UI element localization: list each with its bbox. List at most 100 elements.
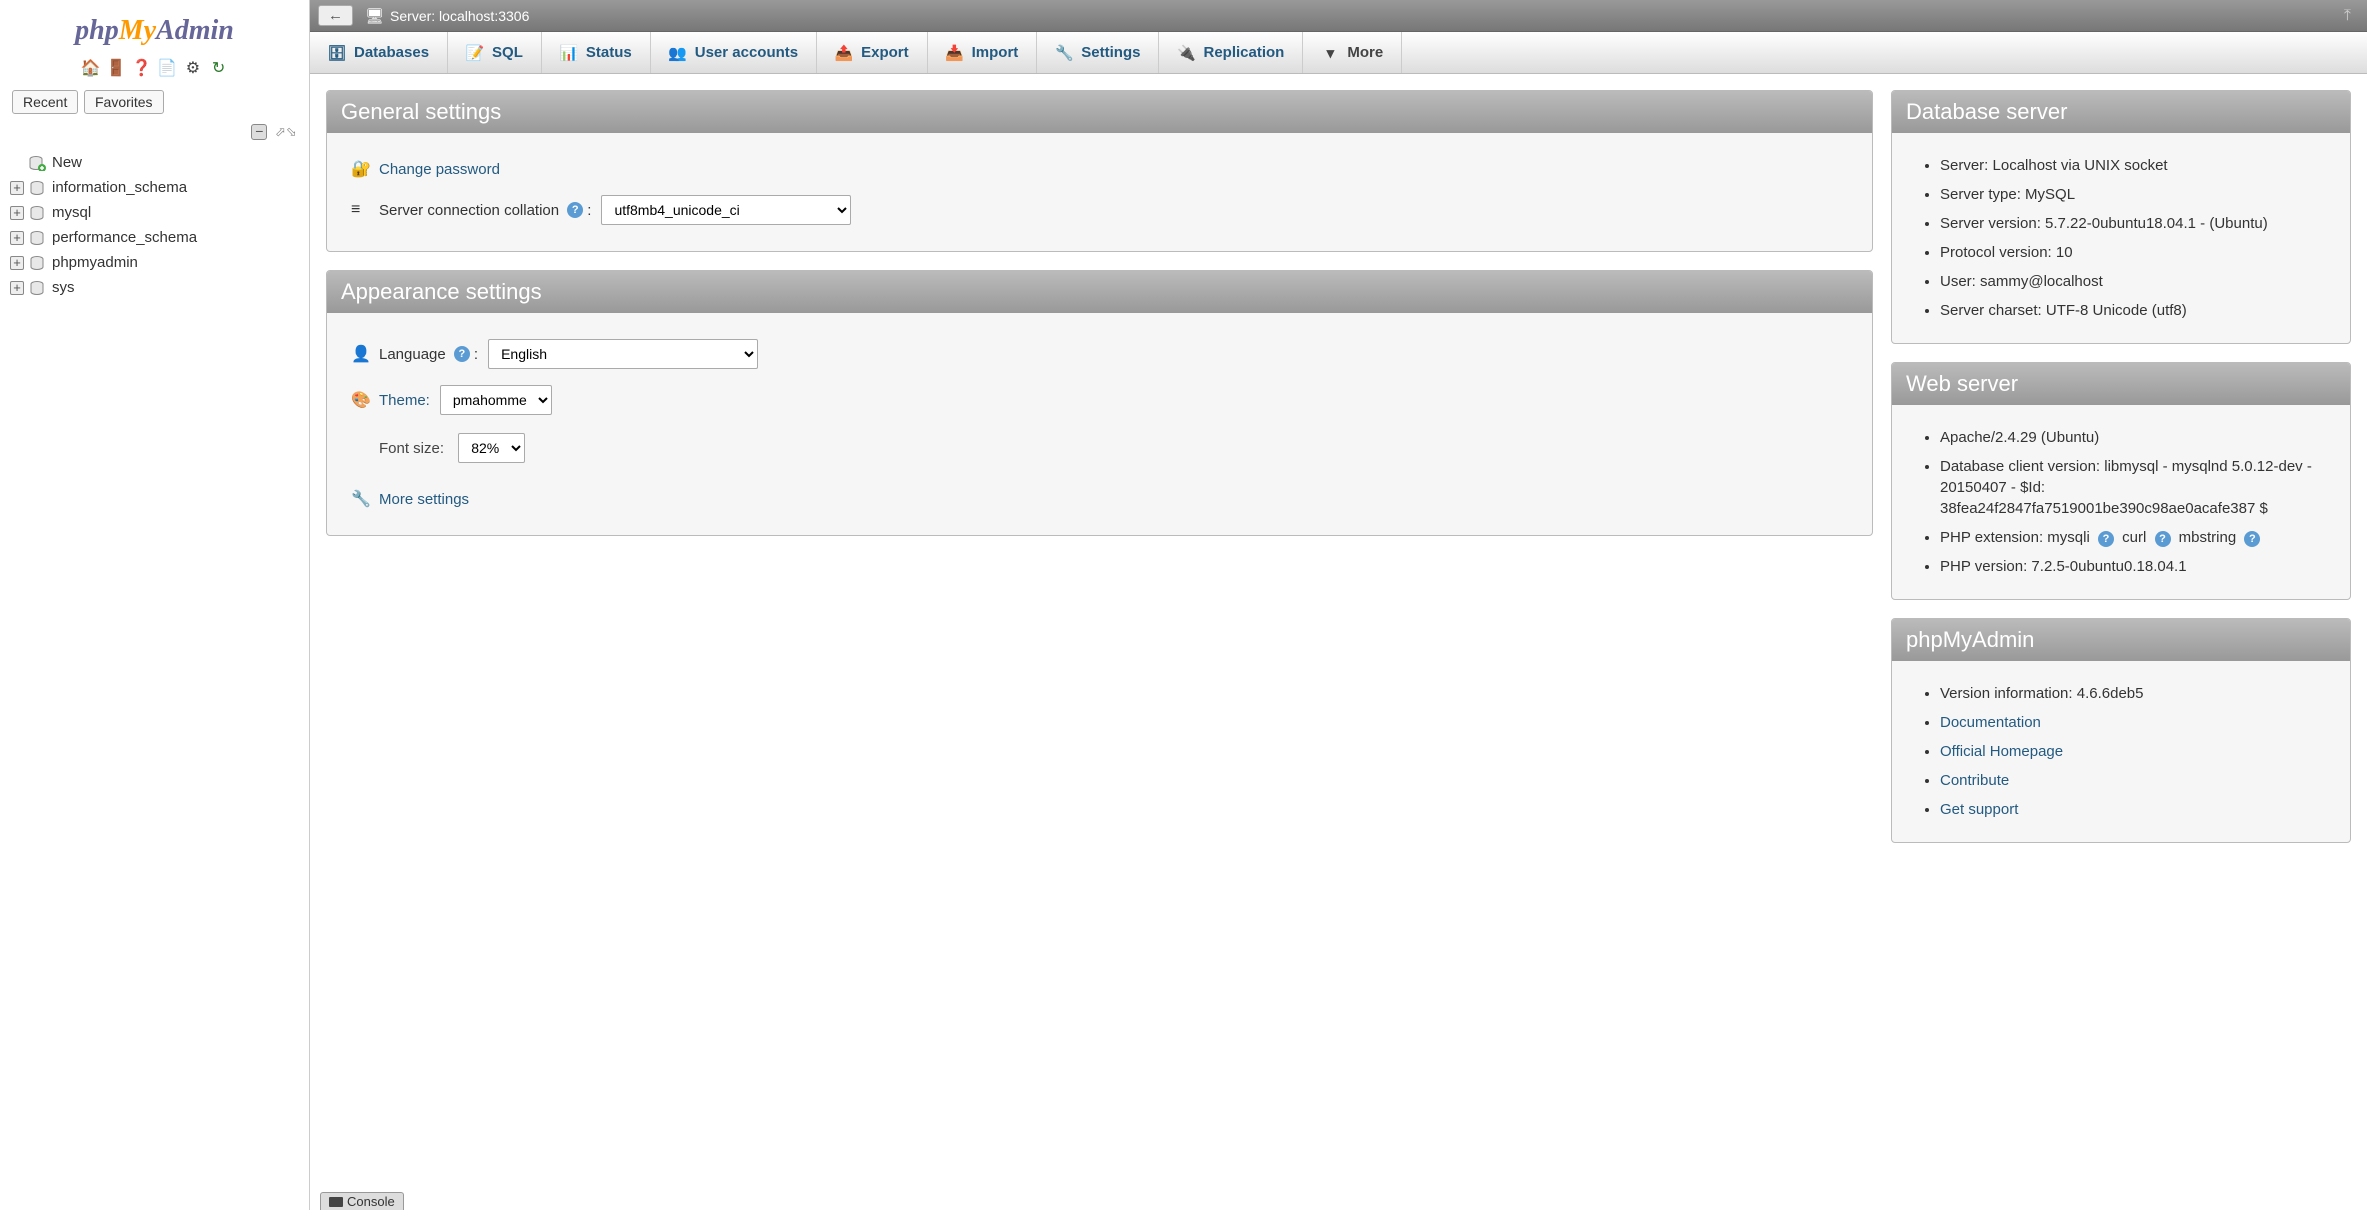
replication-icon: 🔌 bbox=[1177, 44, 1195, 62]
server-info-item: Server: Localhost via UNIX socket bbox=[1940, 151, 2326, 180]
navigation-sidebar: phpMyAdmin 🏠 🚪 ❓ 📄 ⚙ ↻ Recent Favorites … bbox=[0, 0, 310, 1210]
nav-link-icon[interactable]: ⬀⬂ bbox=[275, 124, 291, 134]
db-label: sys bbox=[52, 279, 75, 296]
server-icon: 🖥 bbox=[365, 7, 384, 25]
db-label: information_schema bbox=[52, 179, 187, 196]
recent-tab[interactable]: Recent bbox=[12, 90, 78, 114]
tab-sql[interactable]: 📝SQL bbox=[448, 32, 542, 73]
panel-title: Appearance settings bbox=[327, 271, 1872, 313]
tab-import[interactable]: 📥Import bbox=[928, 32, 1038, 73]
server-info-item: Server version: 5.7.22-0ubuntu18.04.1 - … bbox=[1940, 209, 2326, 238]
db-label: performance_schema bbox=[52, 229, 197, 246]
expand-icon[interactable]: + bbox=[10, 281, 24, 295]
logo[interactable]: phpMyAdmin bbox=[0, 5, 309, 52]
contribute-link[interactable]: Contribute bbox=[1940, 772, 2009, 789]
tab-user-accounts[interactable]: 👥User accounts bbox=[651, 32, 817, 73]
language-icon: 👤 bbox=[351, 344, 371, 364]
change-password-link[interactable]: Change password bbox=[379, 161, 500, 178]
panel-title: phpMyAdmin bbox=[1892, 619, 2350, 661]
nav-toolbar: 🏠 🚪 ❓ 📄 ⚙ ↻ bbox=[0, 52, 309, 84]
main-content: ← 🖥 Server: localhost:3306 ⤒ 🗄Databases … bbox=[310, 0, 2367, 1210]
new-db-label: New bbox=[52, 154, 82, 171]
tab-databases[interactable]: 🗄Databases bbox=[310, 32, 448, 73]
console-toggle[interactable]: Console bbox=[320, 1192, 404, 1210]
database-tree: New + information_schema + mysql + perfo… bbox=[0, 144, 309, 300]
database-icon bbox=[28, 180, 46, 196]
collation-icon: ≡ bbox=[351, 201, 371, 219]
server-breadcrumb[interactable]: Server: localhost:3306 bbox=[390, 8, 529, 24]
tab-settings[interactable]: 🔧Settings bbox=[1037, 32, 1159, 73]
sql-icon: 📝 bbox=[466, 44, 484, 62]
expand-icon[interactable]: + bbox=[10, 256, 24, 270]
reload-icon[interactable]: ↻ bbox=[209, 58, 229, 78]
import-icon: 📥 bbox=[946, 44, 964, 62]
tab-status[interactable]: 📊Status bbox=[542, 32, 651, 73]
nav-settings-icon[interactable]: ⚙ bbox=[183, 58, 203, 78]
top-menu: 🗄Databases 📝SQL 📊Status 👥User accounts 📤… bbox=[310, 32, 2367, 74]
collapse-panel-icon[interactable]: ⤒ bbox=[2344, 7, 2359, 25]
theme-icon: 🎨 bbox=[351, 390, 371, 410]
database-icon bbox=[28, 205, 46, 221]
favorites-tab[interactable]: Favorites bbox=[84, 90, 164, 114]
web-server-panel: Web server Apache/2.4.29 (Ubuntu) Databa… bbox=[1891, 362, 2351, 600]
settings-icon: 🔧 bbox=[1055, 44, 1073, 62]
appearance-settings-panel: Appearance settings 👤 Language ?: Englis… bbox=[326, 270, 1873, 536]
db-label: phpmyadmin bbox=[52, 254, 138, 271]
db-item-information-schema[interactable]: + information_schema bbox=[8, 175, 309, 200]
nav-tabs: Recent Favorites bbox=[0, 84, 309, 120]
support-link[interactable]: Get support bbox=[1940, 801, 2018, 818]
webserver-info-item: PHP version: 7.2.5-0ubuntu0.18.04.1 bbox=[1940, 552, 2326, 581]
collation-select[interactable]: utf8mb4_unicode_ci bbox=[601, 195, 851, 225]
home-icon[interactable]: 🏠 bbox=[80, 58, 100, 78]
collapse-all-icon[interactable]: − bbox=[251, 124, 267, 140]
server-info-item: Server type: MySQL bbox=[1940, 180, 2326, 209]
new-db-icon bbox=[28, 155, 46, 171]
panel-title: Database server bbox=[1892, 91, 2350, 133]
server-info-item: User: sammy@localhost bbox=[1940, 267, 2326, 296]
wrench-icon: 🔧 bbox=[351, 489, 371, 509]
tab-replication[interactable]: 🔌Replication bbox=[1159, 32, 1303, 73]
databases-icon: 🗄 bbox=[328, 44, 346, 62]
expand-icon[interactable]: + bbox=[10, 206, 24, 220]
theme-label[interactable]: Theme: bbox=[379, 392, 430, 409]
db-item-sys[interactable]: + sys bbox=[8, 275, 309, 300]
password-icon: 🔐 bbox=[351, 159, 371, 179]
phpmyadmin-panel: phpMyAdmin Version information: 4.6.6deb… bbox=[1891, 618, 2351, 843]
logout-icon[interactable]: 🚪 bbox=[106, 58, 126, 78]
help-icon[interactable]: ? bbox=[567, 202, 583, 218]
help-icon[interactable]: ? bbox=[454, 346, 470, 362]
webserver-info-item: Apache/2.4.29 (Ubuntu) bbox=[1940, 423, 2326, 452]
homepage-link[interactable]: Official Homepage bbox=[1940, 743, 2063, 760]
db-item-phpmyadmin[interactable]: + phpmyadmin bbox=[8, 250, 309, 275]
version-info: Version information: 4.6.6deb5 bbox=[1940, 679, 2326, 708]
tab-export[interactable]: 📤Export bbox=[817, 32, 928, 73]
export-icon: 📤 bbox=[835, 44, 853, 62]
fontsize-select[interactable]: 82% bbox=[458, 433, 525, 463]
sql-docs-icon[interactable]: 📄 bbox=[157, 58, 177, 78]
expand-icon[interactable]: + bbox=[10, 181, 24, 195]
back-button[interactable]: ← bbox=[318, 5, 353, 26]
general-settings-panel: General settings 🔐 Change password ≡ Ser… bbox=[326, 90, 1873, 252]
fontsize-label: Font size: bbox=[379, 440, 444, 457]
tab-more[interactable]: ▾More bbox=[1303, 32, 1402, 73]
help-icon[interactable]: ? bbox=[2244, 531, 2260, 547]
language-label: Language bbox=[379, 346, 446, 363]
more-settings-link[interactable]: More settings bbox=[379, 491, 469, 508]
database-icon bbox=[28, 280, 46, 296]
documentation-link[interactable]: Documentation bbox=[1940, 714, 2041, 731]
language-select[interactable]: English bbox=[488, 339, 758, 369]
database-server-panel: Database server Server: Localhost via UN… bbox=[1891, 90, 2351, 344]
users-icon: 👥 bbox=[669, 44, 687, 62]
panel-title: Web server bbox=[1892, 363, 2350, 405]
help-icon[interactable]: ? bbox=[2155, 531, 2171, 547]
theme-select[interactable]: pmahomme bbox=[440, 385, 552, 415]
docs-icon[interactable]: ❓ bbox=[132, 58, 152, 78]
server-info-item: Protocol version: 10 bbox=[1940, 238, 2326, 267]
new-database-link[interactable]: New bbox=[8, 150, 309, 175]
db-item-performance-schema[interactable]: + performance_schema bbox=[8, 225, 309, 250]
expand-icon[interactable]: + bbox=[10, 231, 24, 245]
db-item-mysql[interactable]: + mysql bbox=[8, 200, 309, 225]
webserver-info-item: Database client version: libmysql - mysq… bbox=[1940, 452, 2326, 523]
collation-label: Server connection collation bbox=[379, 202, 559, 219]
help-icon[interactable]: ? bbox=[2098, 531, 2114, 547]
